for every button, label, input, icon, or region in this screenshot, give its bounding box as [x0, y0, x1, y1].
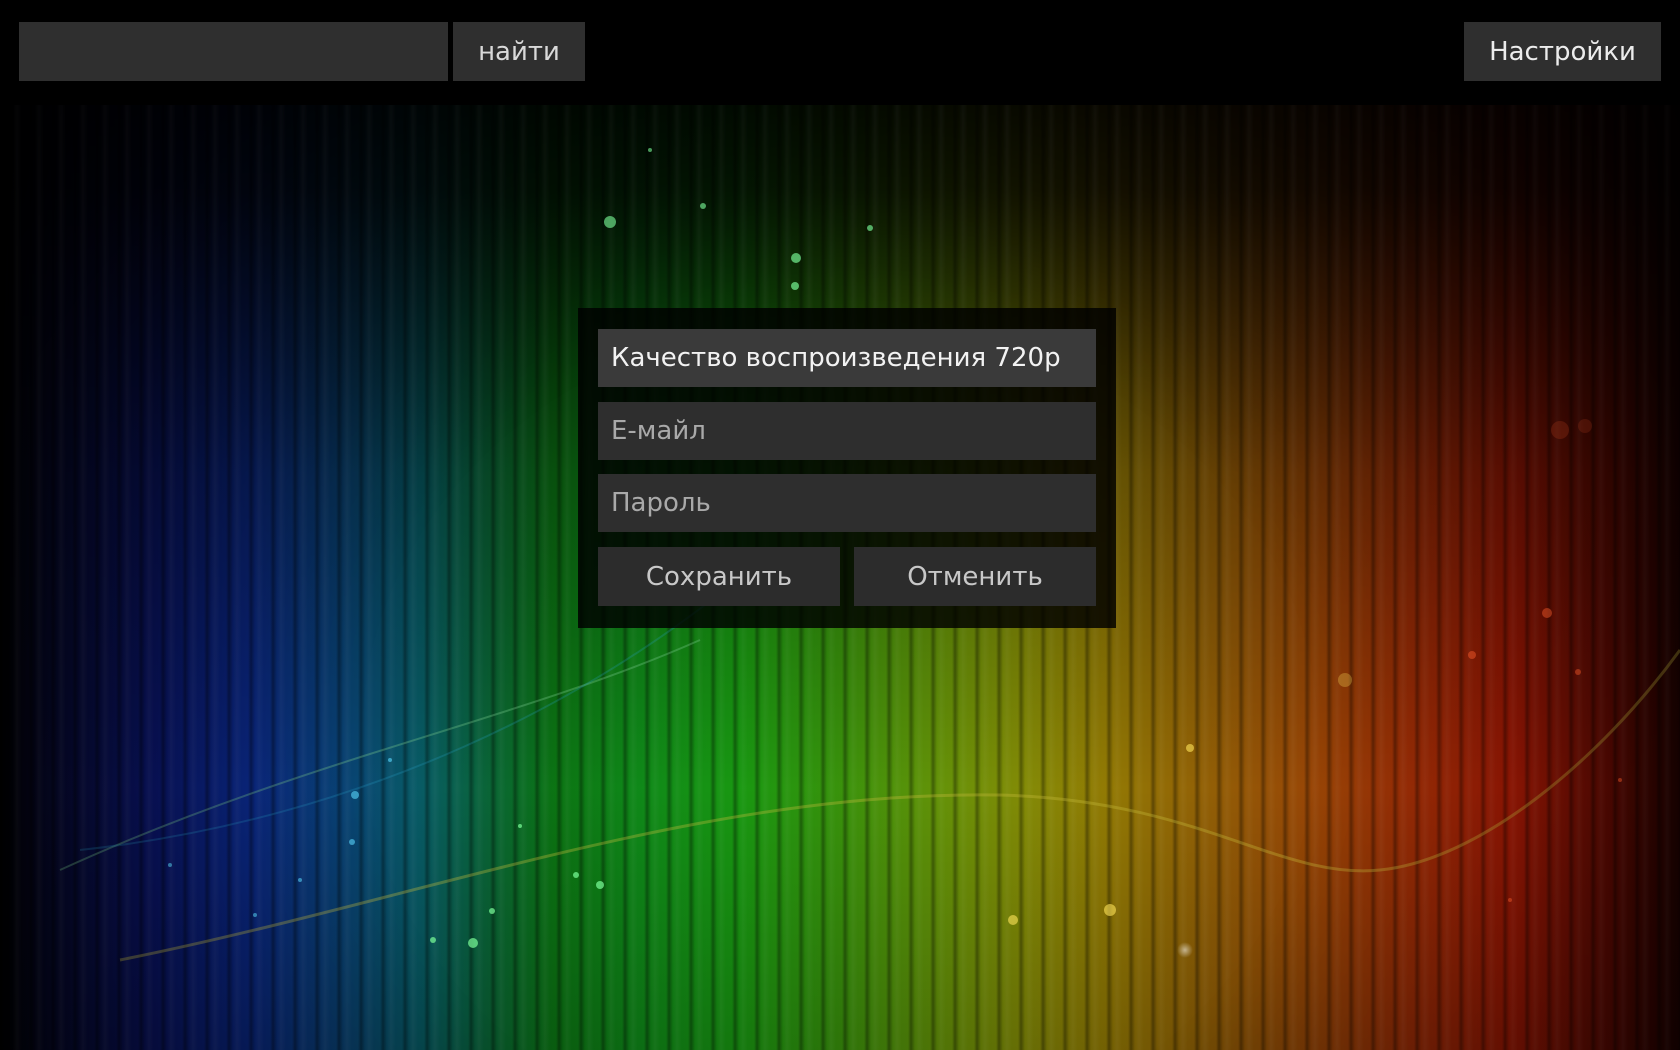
cancel-button[interactable]: Отменить: [854, 547, 1096, 606]
save-button[interactable]: Сохранить: [598, 547, 840, 606]
search-button[interactable]: найти: [453, 22, 585, 81]
playback-quality-selector[interactable]: Качество воспроизведения 720p: [598, 329, 1096, 387]
settings-button[interactable]: Настройки: [1464, 22, 1661, 81]
password-field[interactable]: [598, 474, 1096, 532]
settings-panel: Качество воспроизведения 720p Сохранить …: [578, 308, 1116, 628]
app-window: найти Настройки Качество воспроизведения…: [0, 0, 1680, 1050]
search-input[interactable]: [19, 22, 448, 81]
email-field[interactable]: [598, 402, 1096, 460]
